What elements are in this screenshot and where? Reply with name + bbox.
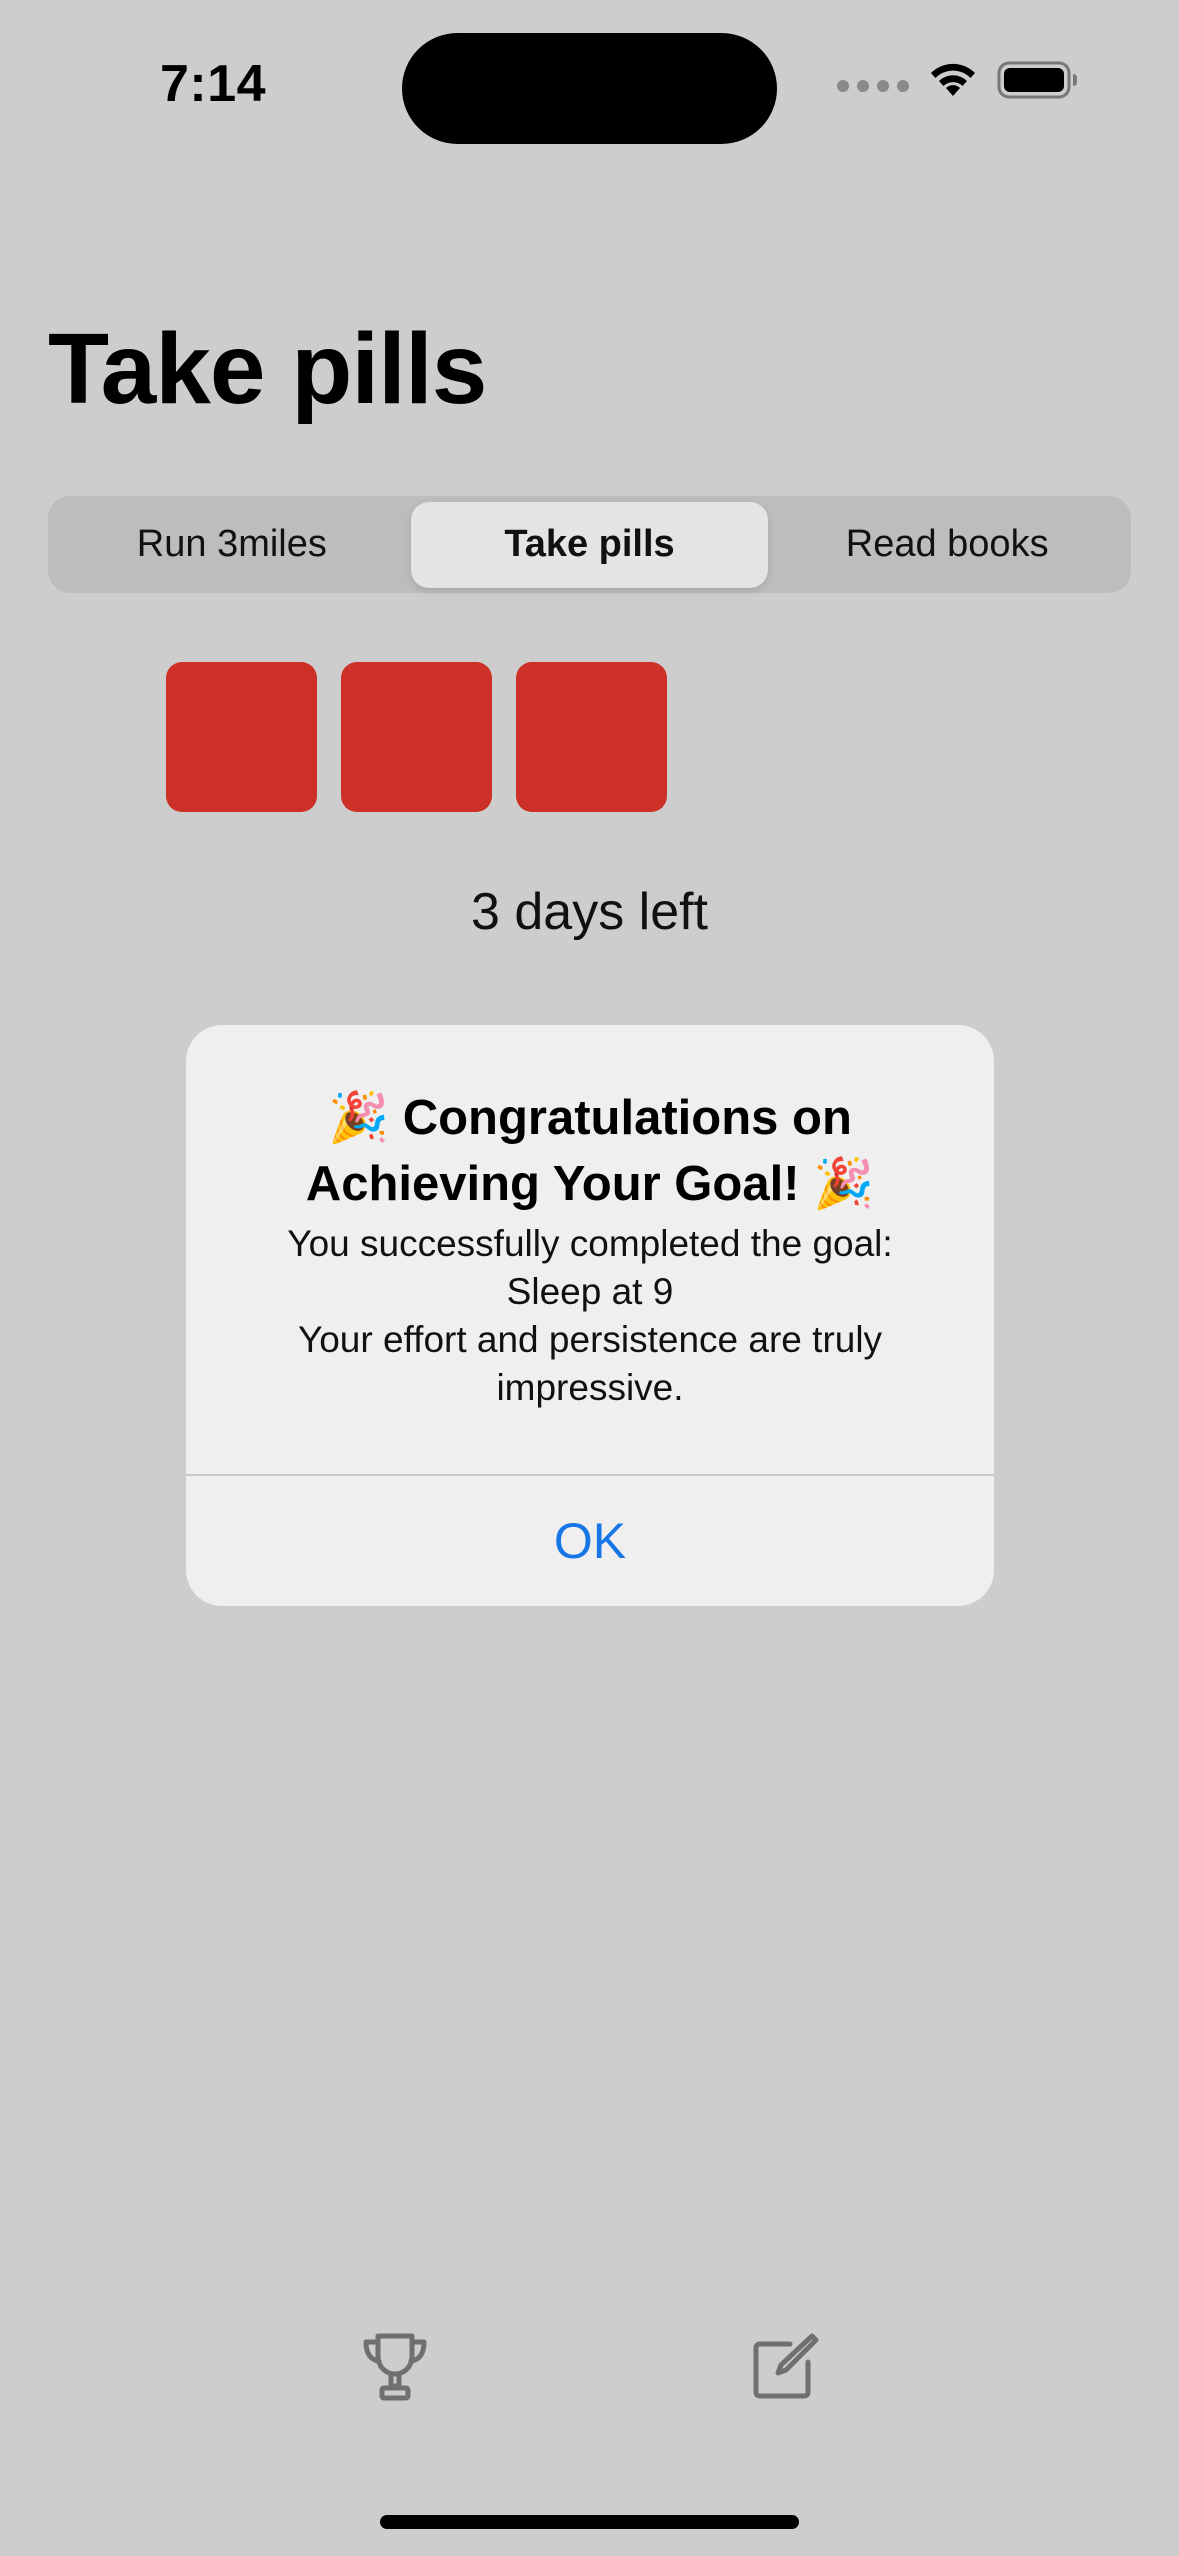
alert-goal-name: Sleep at 9 <box>506 1271 674 1312</box>
days-left-label: 3 days left <box>470 883 709 941</box>
alert-title: 🎉 Congratulations on Achieving Your Goal… <box>305 1091 875 1211</box>
trophy-icon <box>363 2333 427 2401</box>
battery-icon <box>997 61 1077 99</box>
compose-icon <box>753 2333 819 2399</box>
alert-message: You successfully completed the goal: Sle… <box>226 1220 954 1412</box>
page-title: Take pills <box>48 313 487 425</box>
segment-read-books[interactable]: Read books <box>768 502 1126 588</box>
home-indicator[interactable] <box>380 2515 799 2529</box>
compose-button[interactable] <box>748 2330 822 2404</box>
completed-day-square <box>516 662 667 812</box>
alert-message-line: Your effort and persistence are truly im… <box>297 1319 883 1408</box>
goal-segmented-control: Run 3miles Take pills Read books <box>48 496 1131 593</box>
wifi-icon <box>931 63 975 96</box>
completed-day-square <box>166 662 317 812</box>
status-time: 7:14 <box>160 55 267 113</box>
trophy-button[interactable] <box>358 2330 432 2404</box>
status-icons <box>837 60 1079 100</box>
dynamic-island <box>402 33 777 144</box>
alert-ok-button[interactable]: OK <box>186 1476 994 1606</box>
progress-squares <box>166 662 667 812</box>
alert-message-line: You successfully completed the goal: <box>287 1223 893 1264</box>
segment-run-3miles[interactable]: Run 3miles <box>53 502 411 588</box>
segment-take-pills[interactable]: Take pills <box>410 501 769 588</box>
completed-day-square <box>341 662 492 812</box>
congratulations-alert: 🎉 Congratulations on Achieving Your Goal… <box>186 1025 994 1606</box>
cellular-signal-icon <box>837 80 909 92</box>
